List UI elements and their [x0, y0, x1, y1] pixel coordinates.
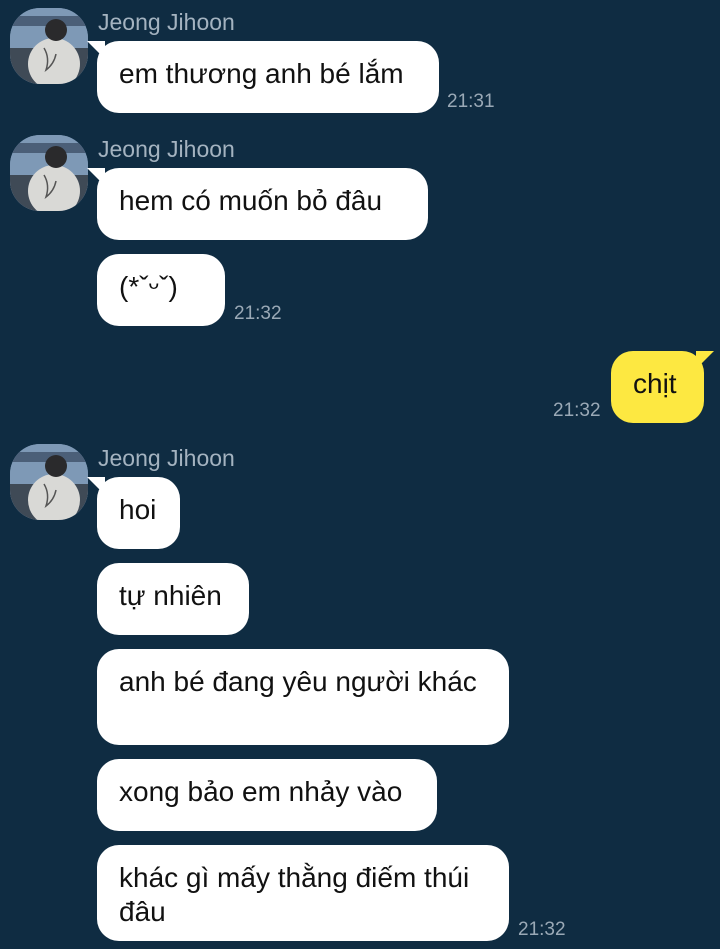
message-time: 21:31: [447, 91, 495, 112]
message-bubble[interactable]: xong bảo em nhảy vào: [97, 759, 437, 831]
message-time: 21:32: [518, 919, 566, 940]
message-bubble[interactable]: tự nhiên: [97, 563, 249, 635]
sender-avatar[interactable]: [10, 444, 88, 520]
my-message-bubble[interactable]: chịt: [611, 351, 714, 423]
sender-name: Jeong Jihoon: [98, 445, 235, 471]
message-bubble[interactable]: khác gì mấy thằng điếm thúi đâu: [97, 845, 509, 941]
message-bubble[interactable]: (*ˇᵕˇ): [97, 254, 225, 326]
message-bubble[interactable]: em thương anh bé lắm: [87, 41, 439, 113]
sender-avatar[interactable]: [10, 135, 88, 211]
sender-name: Jeong Jihoon: [98, 136, 235, 162]
message-time: 21:32: [234, 303, 282, 324]
my-message-time: 21:32: [553, 400, 601, 421]
sender-name: Jeong Jihoon: [98, 9, 235, 35]
avatar-photo-icon: [10, 135, 88, 211]
message-bubble[interactable]: hoi: [87, 477, 180, 549]
message-bubble[interactable]: anh bé đang yêu người khác: [97, 649, 509, 745]
sender-avatar[interactable]: [10, 8, 88, 84]
avatar-photo-icon: [10, 444, 88, 520]
message-bubble[interactable]: hem có muốn bỏ đâu: [87, 168, 428, 240]
avatar-photo-icon: [10, 8, 88, 84]
